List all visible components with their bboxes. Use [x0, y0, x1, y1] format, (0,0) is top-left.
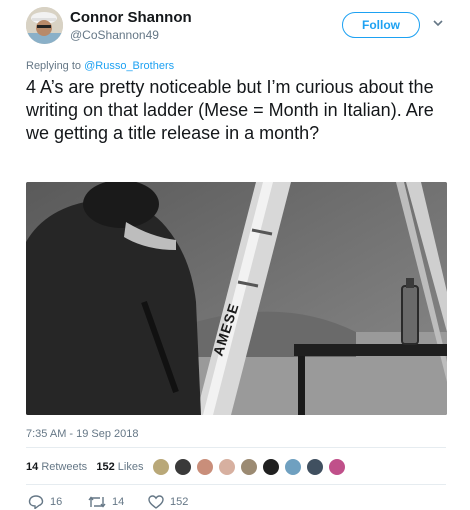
reply-count: 16 — [50, 496, 63, 508]
like-action[interactable]: 152 — [148, 495, 188, 509]
tweet-photo[interactable]: AMESE — [26, 182, 447, 415]
retweets-label[interactable]: Retweets — [41, 461, 87, 473]
divider — [26, 484, 446, 485]
avatar[interactable] — [26, 7, 63, 44]
liker-avatar[interactable] — [284, 458, 302, 476]
user-handle[interactable]: @CoShannon49 — [70, 28, 159, 42]
user-name[interactable]: Connor Shannon — [70, 9, 192, 26]
reply-icon — [28, 495, 44, 509]
divider — [26, 447, 446, 448]
liker-avatars — [152, 458, 350, 476]
reply-prefix: Replying to — [26, 60, 85, 72]
liker-avatar[interactable] — [218, 458, 236, 476]
retweet-count: 14 — [112, 496, 125, 508]
liker-avatar[interactable] — [328, 458, 346, 476]
likes-count[interactable]: 152 — [96, 461, 114, 473]
reply-action[interactable]: 16 — [28, 495, 62, 509]
liker-avatar[interactable] — [174, 458, 192, 476]
heart-icon — [148, 495, 164, 509]
likes-label[interactable]: Likes — [118, 461, 144, 473]
retweet-icon — [88, 496, 106, 508]
liker-avatar[interactable] — [152, 458, 170, 476]
tweet-text: 4 A’s are pretty noticeable but I’m curi… — [26, 77, 434, 143]
liker-avatar[interactable] — [196, 458, 214, 476]
timestamp[interactable]: 7:35 AM - 19 Sep 2018 — [26, 428, 139, 440]
reply-target-link[interactable]: @Russo_Brothers — [84, 60, 174, 72]
liker-avatar[interactable] — [262, 458, 280, 476]
retweets-count[interactable]: 14 — [26, 461, 38, 473]
retweet-action[interactable]: 14 — [88, 495, 124, 509]
like-count: 152 — [170, 496, 189, 508]
liker-avatar[interactable] — [306, 458, 324, 476]
liker-avatar[interactable] — [240, 458, 258, 476]
chevron-down-icon[interactable] — [432, 17, 444, 29]
follow-button[interactable]: Follow — [342, 12, 420, 38]
reply-context: Replying to @Russo_Brothers — [26, 60, 174, 72]
engagement-stats: 14 Retweets 152 Likes — [26, 461, 143, 473]
